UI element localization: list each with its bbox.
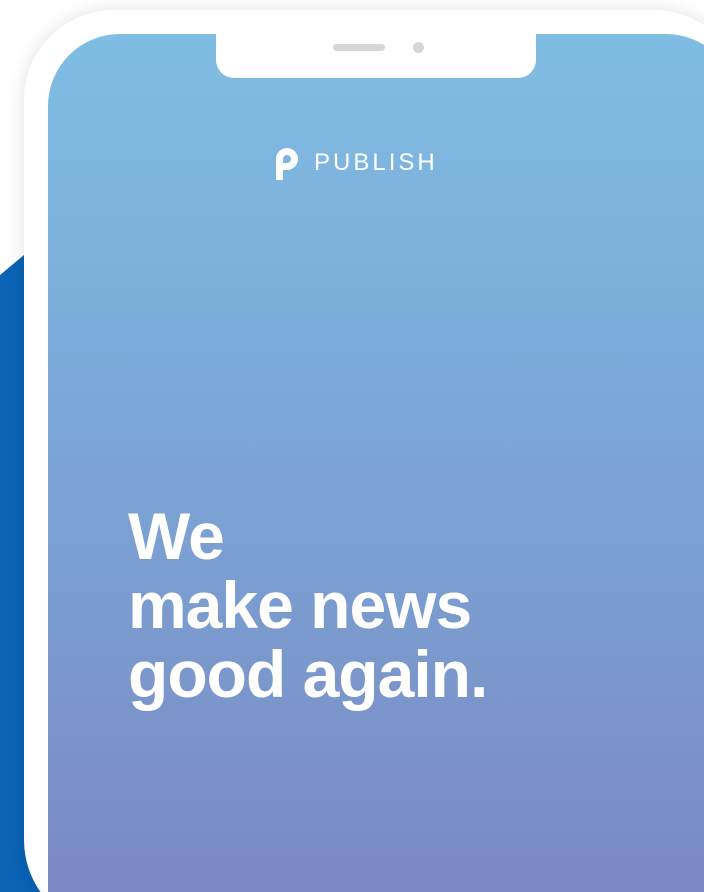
headline-line-3: good again.	[128, 637, 488, 711]
promo-graphic: PUBLISH We make news good again.	[0, 0, 704, 892]
publish-p-logo-icon	[276, 148, 298, 180]
front-camera	[413, 42, 424, 53]
headline-line-1: We	[128, 499, 225, 573]
headline-line-2: make news	[128, 568, 472, 642]
speaker-grille	[333, 44, 385, 51]
phone-screen: PUBLISH We make news good again.	[48, 34, 704, 892]
brand-header: PUBLISH	[272, 146, 438, 180]
headline: We make news good again.	[128, 499, 488, 711]
brand-name: PUBLISH	[314, 149, 438, 176]
phone-notch	[216, 34, 536, 78]
